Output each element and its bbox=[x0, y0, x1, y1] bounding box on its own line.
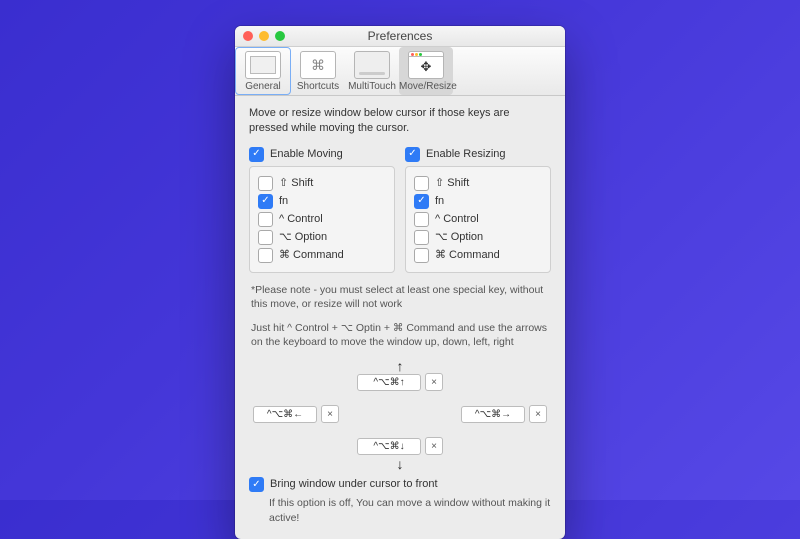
tab-shortcuts[interactable]: Shortcuts bbox=[291, 47, 345, 95]
content: Move or resize window below cursor if th… bbox=[235, 96, 565, 539]
footer: Bring window under cursor to front If th… bbox=[249, 477, 551, 524]
shortcut-label: ^⌥⌘↑ bbox=[357, 374, 421, 392]
toolbar: General Shortcuts MultiTouch ✥ Move/Resi… bbox=[235, 47, 565, 96]
multitouch-icon bbox=[354, 51, 390, 79]
moving-shift-checkbox[interactable]: ⇧ Shift bbox=[258, 176, 386, 191]
checkbox-icon bbox=[258, 176, 273, 191]
bring-to-front-checkbox[interactable]: Bring window under cursor to front bbox=[249, 477, 551, 492]
note-shortcut-hint: Just hit ^ Control + ⌥ Optin + ⌘ Command… bbox=[251, 321, 549, 349]
checkbox-label: ^ Control bbox=[279, 212, 323, 227]
checkbox-icon bbox=[414, 230, 429, 245]
resizing-keys-panel: ⇧ Shift fn ^ Control ⌥ Option ⌘ Command bbox=[405, 166, 551, 273]
titlebar[interactable]: Preferences bbox=[235, 26, 565, 47]
tab-label: Move/Resize bbox=[399, 81, 457, 92]
tab-general[interactable]: General bbox=[235, 47, 291, 95]
tab-label: MultiTouch bbox=[348, 81, 396, 92]
checkbox-icon bbox=[405, 147, 420, 162]
traffic-lights bbox=[243, 31, 285, 41]
moving-control-checkbox[interactable]: ^ Control bbox=[258, 212, 386, 227]
shortcut-label: ^⌥⌘↓ bbox=[357, 438, 421, 456]
remove-shortcut-button[interactable]: × bbox=[425, 373, 443, 391]
resizing-option-checkbox[interactable]: ⌥ Option bbox=[414, 230, 542, 245]
checkbox-label: Enable Moving bbox=[270, 147, 343, 162]
moving-option-checkbox[interactable]: ⌥ Option bbox=[258, 230, 386, 245]
resizing-command-checkbox[interactable]: ⌘ Command bbox=[414, 248, 542, 263]
enable-resizing-checkbox[interactable]: Enable Resizing bbox=[405, 147, 551, 162]
checkbox-label: fn bbox=[279, 194, 288, 209]
arrow-diagram: ↑ ^⌥⌘↑ × ^⌥⌘← × ^⌥⌘→ × ^⌥⌘↓ × ↓ bbox=[249, 359, 551, 469]
shortcut-right: ^⌥⌘→ × bbox=[461, 405, 547, 423]
arrow-down-icon: ↓ bbox=[397, 455, 404, 474]
resizing-control-checkbox[interactable]: ^ Control bbox=[414, 212, 542, 227]
remove-shortcut-button[interactable]: × bbox=[425, 437, 443, 455]
resizing-fn-checkbox[interactable]: fn bbox=[414, 194, 542, 209]
checkbox-icon bbox=[414, 212, 429, 227]
tab-label: General bbox=[245, 81, 281, 92]
checkbox-icon bbox=[258, 248, 273, 263]
shortcut-left: ^⌥⌘← × bbox=[253, 405, 339, 423]
close-button[interactable] bbox=[243, 31, 253, 41]
checkbox-label: ^ Control bbox=[435, 212, 479, 227]
tab-label: Shortcuts bbox=[297, 81, 339, 92]
moving-command-checkbox[interactable]: ⌘ Command bbox=[258, 248, 386, 263]
preferences-window: Preferences General Shortcuts MultiTouch… bbox=[235, 26, 565, 539]
shortcut-label: ^⌥⌘← bbox=[253, 406, 317, 424]
checkbox-label: ⌘ Command bbox=[435, 248, 500, 263]
general-icon bbox=[245, 51, 281, 79]
checkbox-icon bbox=[414, 176, 429, 191]
note-special-key: *Please note - you must select at least … bbox=[251, 283, 549, 311]
resizing-column: Enable Resizing ⇧ Shift fn ^ Control ⌥ O… bbox=[405, 144, 551, 273]
remove-shortcut-button[interactable]: × bbox=[529, 405, 547, 423]
checkbox-label: Enable Resizing bbox=[426, 147, 506, 162]
shortcut-down: ^⌥⌘↓ × bbox=[357, 437, 443, 455]
move-resize-icon: ✥ bbox=[408, 51, 444, 79]
checkbox-label: fn bbox=[435, 194, 444, 209]
zoom-button[interactable] bbox=[275, 31, 285, 41]
checkbox-icon bbox=[258, 194, 273, 209]
checkbox-icon bbox=[249, 147, 264, 162]
description-text: Move or resize window below cursor if th… bbox=[249, 106, 551, 136]
resizing-shift-checkbox[interactable]: ⇧ Shift bbox=[414, 176, 542, 191]
moving-fn-checkbox[interactable]: fn bbox=[258, 194, 386, 209]
enable-moving-checkbox[interactable]: Enable Moving bbox=[249, 147, 395, 162]
checkbox-icon bbox=[258, 230, 273, 245]
shortcut-up: ^⌥⌘↑ × bbox=[357, 373, 443, 391]
checkbox-icon bbox=[249, 477, 264, 492]
checkbox-label: Bring window under cursor to front bbox=[270, 477, 438, 492]
checkbox-label: ⌘ Command bbox=[279, 248, 344, 263]
minimize-button[interactable] bbox=[259, 31, 269, 41]
checkbox-icon bbox=[258, 212, 273, 227]
checkbox-icon bbox=[414, 194, 429, 209]
window-title: Preferences bbox=[368, 29, 433, 43]
moving-keys-panel: ⇧ Shift fn ^ Control ⌥ Option ⌘ Command bbox=[249, 166, 395, 273]
checkbox-label: ⌥ Option bbox=[435, 230, 483, 245]
checkbox-label: ⇧ Shift bbox=[435, 176, 469, 191]
checkbox-icon bbox=[414, 248, 429, 263]
tab-multitouch[interactable]: MultiTouch bbox=[345, 47, 399, 95]
moving-column: Enable Moving ⇧ Shift fn ^ Control ⌥ Opt… bbox=[249, 144, 395, 273]
shortcut-label: ^⌥⌘→ bbox=[461, 406, 525, 424]
checkbox-label: ⇧ Shift bbox=[279, 176, 313, 191]
shortcuts-icon bbox=[300, 51, 336, 79]
checkbox-label: ⌥ Option bbox=[279, 230, 327, 245]
tab-move-resize[interactable]: ✥ Move/Resize bbox=[399, 47, 453, 95]
bring-to-front-subtext: If this option is off, You can move a wi… bbox=[269, 496, 551, 524]
remove-shortcut-button[interactable]: × bbox=[321, 405, 339, 423]
